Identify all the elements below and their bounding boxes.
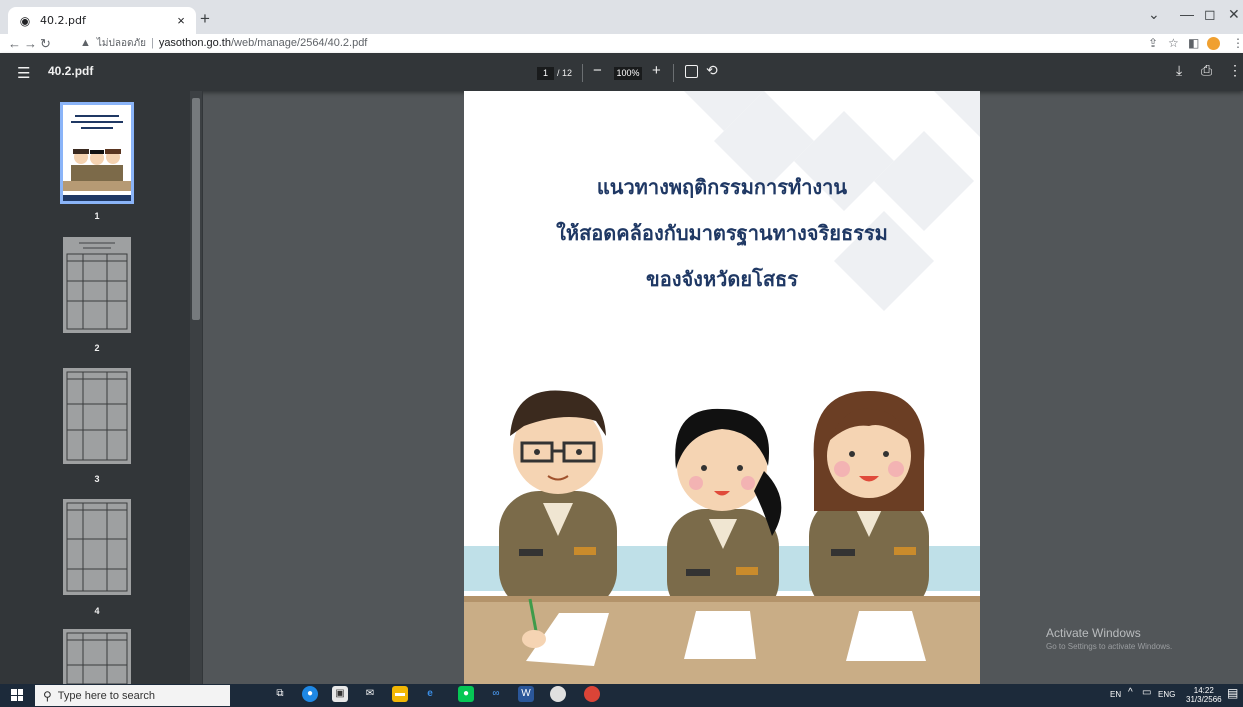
maximize-button[interactable]: ◻	[1204, 6, 1216, 23]
task-view-icon[interactable]: ⧉	[272, 686, 288, 702]
pdf-page: แนวทางพฤติกรรมการทำงาน ให้สอดคล้องกับมาต…	[464, 91, 980, 684]
taskbar-search-box[interactable]: ⚲ Type here to search	[35, 685, 230, 706]
url-separator: |	[150, 37, 154, 49]
word-icon[interactable]: W	[518, 686, 534, 702]
more-actions-icon[interactable]: ⋮	[1228, 62, 1242, 79]
document-title-line: แนวทางพฤติกรรมการทำงาน	[596, 175, 848, 199]
table-thumbnail-graphic	[66, 371, 128, 461]
chevron-up-icon[interactable]: ^	[1128, 687, 1133, 698]
address-bar[interactable]: ▲ ไม่ปลอดภัย | yasothon.go.th /web/manag…	[80, 36, 1210, 51]
minimize-button[interactable]: —	[1180, 6, 1194, 22]
table-thumbnail-graphic	[66, 242, 128, 330]
thumbnail-label: 2	[94, 343, 100, 353]
bookmark-star-icon[interactable]: ☆	[1168, 34, 1179, 53]
thumbnail-page-3[interactable]	[63, 368, 131, 464]
input-language-en[interactable]: EN	[1110, 690, 1121, 699]
fit-to-page-icon[interactable]	[685, 65, 698, 78]
close-window-button[interactable]: ✕	[1228, 6, 1240, 23]
reload-icon[interactable]: ↻	[40, 34, 51, 53]
download-icon[interactable]: ⤓	[1176, 62, 1182, 79]
back-icon[interactable]: ←	[8, 34, 21, 53]
close-tab-icon[interactable]: ×	[172, 13, 190, 28]
system-clock[interactable]: 14:22 31/3/2566	[1186, 686, 1222, 704]
windows-start-icon[interactable]	[11, 689, 23, 701]
teams-icon[interactable]: ●	[302, 686, 318, 702]
table-thumbnail-graphic	[66, 632, 128, 685]
thumbnail-label: 1	[94, 211, 100, 221]
clock-date: 31/3/2566	[1186, 695, 1222, 704]
globe-icon: ◉	[19, 13, 31, 28]
url-path: /web/manage/2564/40.2.pdf	[230, 37, 368, 49]
zoom-input[interactable]: 100%	[614, 67, 642, 80]
activate-windows-subtext: Go to Settings to activate Windows.	[1046, 642, 1173, 651]
url-host: yasothon.go.th	[158, 37, 231, 49]
network-icon[interactable]: ▭	[1142, 687, 1151, 698]
print-icon[interactable]: ⎙	[1201, 62, 1212, 79]
activate-windows-watermark: Activate Windows	[1046, 626, 1141, 640]
page-total: / 12	[557, 68, 573, 78]
warning-icon: ▲	[80, 37, 91, 49]
tab-search-icon[interactable]: ⌄	[1148, 6, 1160, 23]
toolbar-divider	[582, 64, 583, 82]
profile-avatar-icon[interactable]	[1207, 37, 1220, 50]
thumbnail-label: 4	[94, 606, 100, 616]
store-icon[interactable]: ▣	[332, 686, 348, 702]
copilot-icon[interactable]: ∞	[488, 686, 504, 702]
pdf-file-name: 40.2.pdf	[48, 64, 94, 78]
table-thumbnail-graphic	[66, 502, 128, 592]
tab-title: 40.2.pdf	[40, 14, 86, 27]
new-tab-button[interactable]: +	[200, 9, 210, 29]
thumbnail-page-5[interactable]	[63, 629, 131, 685]
page-number-input[interactable]: 1	[537, 67, 554, 80]
search-icon: ⚲	[43, 688, 52, 703]
document-title-line: ของจังหวัดยโสธร	[646, 267, 798, 291]
thumbnail-page-4[interactable]	[63, 499, 131, 595]
security-label[interactable]: ไม่ปลอดภัย	[97, 36, 146, 51]
notification-icon[interactable]: ▤	[1227, 686, 1238, 700]
document-title-line: ให้สอดคล้องกับมาตรฐานทางจริยธรรม	[556, 221, 888, 245]
rotate-icon[interactable]: ⟲	[706, 62, 718, 79]
thumbnail-label: 3	[94, 474, 100, 484]
search-placeholder: Type here to search	[57, 689, 156, 702]
edge-icon[interactable]: e	[422, 686, 438, 702]
mail-icon[interactable]: ✉	[362, 686, 378, 702]
clock-time: 14:22	[1193, 686, 1214, 695]
hamburger-menu-icon[interactable]: ☰	[17, 64, 30, 82]
chrome-icon[interactable]	[584, 686, 600, 702]
side-panel-icon[interactable]: ◧	[1188, 34, 1199, 53]
thumbnail-page-1[interactable]	[60, 102, 134, 204]
browser-tab[interactable]: ◉ 40.2.pdf ×	[8, 7, 196, 34]
cover-thumbnail-graphic	[63, 105, 131, 201]
toolbar-divider	[673, 64, 674, 82]
file-explorer-icon[interactable]: ▬	[392, 686, 408, 702]
forward-icon[interactable]: →	[24, 34, 37, 53]
chrome-profile-icon[interactable]	[550, 686, 566, 702]
chrome-menu-icon[interactable]: ⋮	[1232, 34, 1243, 53]
zoom-in-button[interactable]: +	[652, 62, 661, 79]
zoom-out-button[interactable]: −	[593, 62, 602, 79]
sidebar-scroll-thumb[interactable]	[192, 98, 200, 320]
line-app-icon[interactable]: ●	[458, 686, 474, 702]
thumbnail-page-2[interactable]	[63, 237, 131, 333]
input-language-eng[interactable]: ENG	[1158, 690, 1175, 699]
share-icon[interactable]: ⇪	[1148, 34, 1158, 53]
